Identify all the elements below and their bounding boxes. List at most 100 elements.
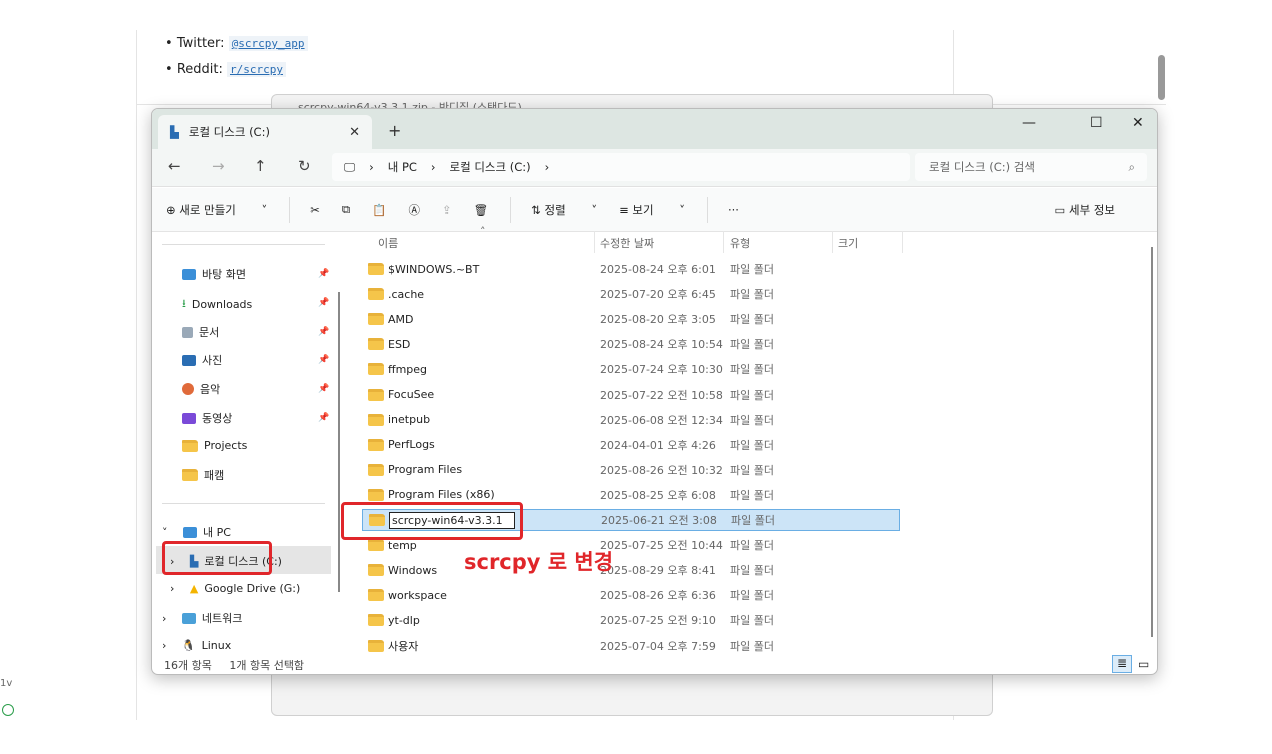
nav-pictures[interactable]: 사진: [182, 352, 222, 368]
file-row[interactable]: yt-dlp 2025-07-25 오전 9:10 파일 폴더: [362, 609, 900, 631]
name-cell: yt-dlp: [368, 614, 420, 627]
breadcrumb-local-disk[interactable]: 로컬 디스크 (C:): [450, 159, 531, 175]
file-row[interactable]: ESD 2025-08-24 오후 10:54 파일 폴더: [362, 333, 900, 355]
sort-label: 정렬: [544, 202, 566, 217]
nav-projects[interactable]: Projects: [182, 439, 247, 452]
file-row[interactable]: inetpub 2025-06-08 오전 12:34 파일 폴더: [362, 409, 900, 431]
forward-button[interactable]: →: [212, 157, 225, 175]
folder-icon: [368, 639, 384, 652]
column-size[interactable]: 크기: [838, 235, 858, 251]
video-icon: [182, 412, 196, 424]
drive-icon: ▙: [170, 125, 179, 139]
chevron-right-icon[interactable]: ›: [162, 612, 166, 625]
file-row[interactable]: workspace 2025-08-26 오후 6:36 파일 폴더: [362, 584, 900, 606]
chevron-right-icon[interactable]: ›: [170, 582, 174, 595]
pin-icon[interactable]: 📌: [318, 327, 329, 337]
details-button[interactable]: ▭ 세부 정보: [1054, 202, 1137, 218]
nav-desktop[interactable]: 바탕 화면: [182, 266, 246, 282]
selected-count: 1개 항목 선택함: [229, 659, 305, 672]
label: Downloads: [191, 298, 253, 311]
pin-icon[interactable]: 📌: [318, 384, 329, 394]
folder-icon: [368, 263, 384, 275]
view-button[interactable]: ≡ 보기 ˅: [619, 202, 685, 218]
copy-icon[interactable]: ⧉: [342, 202, 350, 217]
details-view-icon[interactable]: ≣: [1112, 655, 1132, 673]
file-row[interactable]: 사용자 2025-07-04 오후 7:59 파일 폴더: [362, 635, 900, 657]
nav-linux[interactable]: › 🐧 Linux: [162, 639, 231, 652]
up-button[interactable]: ↑: [254, 157, 267, 175]
file-row[interactable]: PerfLogs 2024-04-01 오후 4:26 파일 폴더: [362, 434, 900, 456]
column-date[interactable]: 수정한 날짜: [600, 235, 654, 251]
pin-icon[interactable]: 📌: [318, 269, 329, 279]
nav-google-drive[interactable]: › ▲ Google Drive (G:): [170, 582, 300, 595]
label: 패캠: [204, 469, 225, 482]
tiles-view-icon[interactable]: ▭: [1138, 657, 1149, 671]
divider: [162, 244, 325, 245]
refresh-button[interactable]: ↻: [298, 157, 311, 175]
page-scrollbar[interactable]: [1158, 55, 1165, 100]
minimize-button[interactable]: —: [1022, 115, 1036, 131]
file-name: Program Files (x86): [388, 488, 495, 502]
computer-icon: [183, 526, 197, 538]
date-cell: 2025-06-08 오전 12:34: [600, 413, 723, 427]
more-button[interactable]: ···: [728, 203, 739, 217]
chevron-down-icon[interactable]: ˅: [162, 526, 168, 539]
nav-music[interactable]: 음악: [182, 381, 220, 397]
type-cell: 파일 폴더: [730, 363, 774, 377]
nav-scrollbar[interactable]: [338, 292, 340, 592]
tab-local-disk[interactable]: ▙ 로컬 디스크 (C:) ✕: [158, 115, 372, 149]
file-name: 사용자: [388, 639, 419, 653]
twitter-link[interactable]: @scrcpy_app: [228, 36, 308, 51]
paste-icon[interactable]: 📋: [372, 203, 386, 217]
file-row[interactable]: AMD 2025-08-20 오후 3:05 파일 폴더: [362, 308, 900, 330]
column-name[interactable]: 이름: [378, 235, 398, 251]
pictures-icon: [182, 354, 196, 366]
file-row[interactable]: Program Files 2025-08-26 오전 10:32 파일 폴더: [362, 459, 900, 481]
label: Reddit:: [176, 62, 223, 77]
close-button[interactable]: ✕: [1132, 115, 1144, 131]
divider: [832, 231, 833, 253]
breadcrumb-my-pc[interactable]: 내 PC: [388, 159, 417, 175]
close-tab-icon[interactable]: ✕: [349, 125, 360, 140]
pin-icon[interactable]: 📌: [318, 413, 329, 423]
new-tab-button[interactable]: +: [388, 121, 401, 140]
back-button[interactable]: ←: [168, 157, 181, 175]
pin-icon[interactable]: 📌: [318, 298, 329, 308]
file-row[interactable]: FocuSee 2025-07-22 오전 10:58 파일 폴더: [362, 384, 900, 406]
file-row[interactable]: .cache 2025-07-20 오후 6:45 파일 폴더: [362, 283, 900, 305]
breadcrumb[interactable]: 🖵 › 내 PC › 로컬 디스크 (C:) ›: [332, 153, 910, 181]
nav-downloads[interactable]: ⭳ Downloads: [182, 295, 252, 314]
type-cell: 파일 폴더: [730, 463, 774, 477]
delete-icon[interactable]: 🗑: [474, 203, 489, 217]
nav-network[interactable]: › 네트워크: [162, 610, 242, 626]
cut-icon[interactable]: ✂: [310, 203, 320, 217]
google-drive-icon: ▲: [189, 582, 199, 595]
file-row[interactable]: ffmpeg 2025-07-24 오후 10:30 파일 폴더: [362, 358, 900, 380]
file-name: inetpub: [388, 413, 431, 427]
pin-icon[interactable]: 📌: [318, 355, 329, 365]
new-button[interactable]: ⊕ 새로 만들기 ˅: [166, 202, 267, 218]
file-name: $WINDOWS.~BT: [388, 262, 480, 276]
file-scrollbar[interactable]: [1151, 247, 1153, 637]
label: 사진: [202, 354, 223, 367]
share-icon[interactable]: ⇪: [442, 203, 452, 217]
file-explorer-window: ▙ 로컬 디스크 (C:) ✕ + — ☐ ✕ ← → ↑ ↻ 🖵 › 내 PC ›…: [151, 108, 1158, 675]
nav-documents[interactable]: 문서: [182, 324, 219, 340]
nav-fastcampus[interactable]: 패캠: [182, 467, 224, 483]
type-cell: 파일 폴더: [730, 263, 774, 276]
file-row[interactable]: $WINDOWS.~BT 2025-08-24 오후 6:01 파일 폴더: [362, 258, 900, 280]
divider: [594, 231, 595, 253]
name-cell: AMD: [368, 313, 414, 326]
column-type[interactable]: 유형: [730, 235, 750, 251]
search-input[interactable]: 로컬 디스크 (C:) 검색 ⌕: [915, 153, 1147, 181]
sort-button[interactable]: ⇅ 정렬 ˅: [531, 202, 597, 218]
file-row[interactable]: Windows 2025-08-29 오후 8:41 파일 폴더: [362, 559, 900, 581]
nav-videos[interactable]: 동영상: [182, 410, 232, 426]
name-cell: FocuSee: [368, 388, 434, 401]
item-count: 16개 항목: [164, 659, 212, 672]
nav-my-pc[interactable]: ˅ 내 PC: [162, 524, 231, 540]
chevron-right-icon[interactable]: ›: [162, 639, 166, 652]
maximize-button[interactable]: ☐: [1090, 115, 1103, 131]
rename-icon[interactable]: Ⓐ: [408, 202, 420, 218]
reddit-link[interactable]: r/scrcpy: [227, 62, 286, 77]
